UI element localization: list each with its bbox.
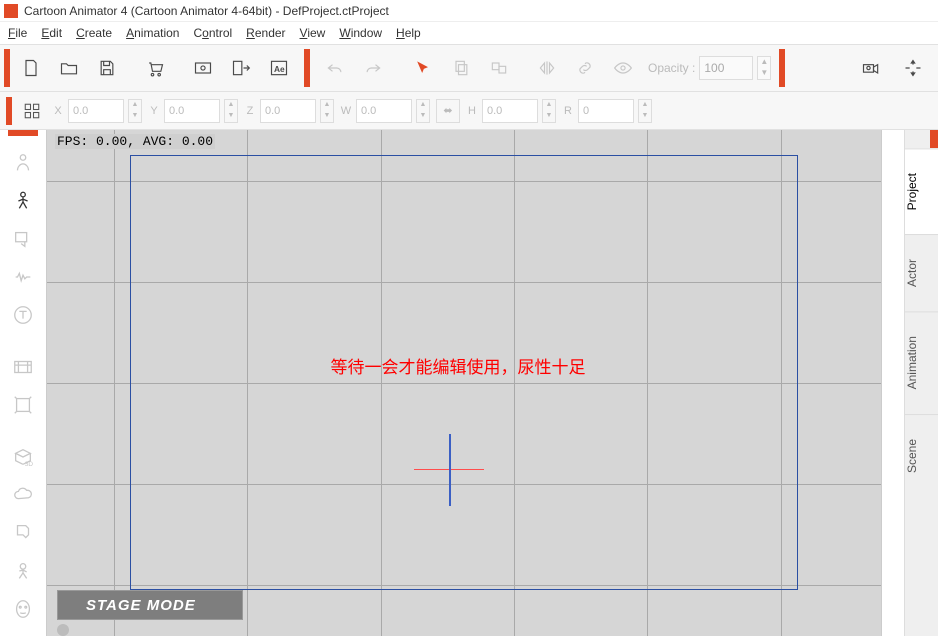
tab-accent-icon — [905, 130, 938, 148]
main-toolbar: Ae Opacity : ▲▼ — [0, 44, 938, 92]
horizontal-scrollbar[interactable] — [57, 624, 69, 634]
menu-edit[interactable]: Edit — [41, 26, 62, 40]
character-tool[interactable] — [8, 148, 38, 178]
svg-text:3D: 3D — [25, 461, 34, 468]
y-label: Y — [148, 105, 160, 117]
coord-y: Y ▲▼ — [148, 99, 238, 123]
paper-tool[interactable] — [8, 518, 38, 548]
face-tool[interactable] — [8, 594, 38, 624]
overlay-annotation: 等待一会才能编辑使用，尿性十足 — [331, 353, 586, 378]
x-label: X — [52, 105, 64, 117]
tab-animation[interactable]: Animation — [905, 311, 938, 413]
menu-view[interactable]: View — [300, 26, 326, 40]
coord-h: H ▲▼ — [466, 99, 556, 123]
opacity-input[interactable] — [699, 56, 753, 80]
ae-export-button[interactable]: Ae — [262, 51, 296, 85]
left-toolbar: 3D — [0, 130, 46, 636]
w-spinner[interactable]: ▲▼ — [416, 99, 430, 123]
tab-scene[interactable]: Scene — [905, 414, 938, 497]
menu-render[interactable]: Render — [246, 26, 285, 40]
flip-h-button[interactable] — [530, 51, 564, 85]
x-spinner[interactable]: ▲▼ — [128, 99, 142, 123]
tab-project[interactable]: Project — [905, 148, 938, 234]
opacity-label: Opacity : — [648, 61, 695, 75]
export-button[interactable] — [224, 51, 258, 85]
h-spinner[interactable]: ▲▼ — [542, 99, 556, 123]
select-tool-button[interactable] — [406, 51, 440, 85]
tab-actor[interactable]: Actor — [905, 234, 938, 311]
zoom-fit-button[interactable] — [896, 51, 930, 85]
y-spinner[interactable]: ▲▼ — [224, 99, 238, 123]
right-gutter — [890, 130, 904, 636]
coord-x: X ▲▼ — [52, 99, 142, 123]
toolbar-separator-icon — [304, 49, 310, 87]
right-panel-tabs: Project Actor Animation Scene — [904, 130, 938, 636]
bone-tool[interactable] — [8, 186, 38, 216]
toolbar-accent-icon — [6, 97, 12, 125]
z-spinner[interactable]: ▲▼ — [320, 99, 334, 123]
w-input[interactable] — [356, 99, 412, 123]
menu-help[interactable]: Help — [396, 26, 421, 40]
new-file-button[interactable] — [14, 51, 48, 85]
title-bar: Cartoon Animator 4 (Cartoon Animator 4-6… — [0, 0, 938, 22]
rig-tool[interactable] — [8, 390, 38, 420]
window-title: Cartoon Animator 4 (Cartoon Animator 4-6… — [24, 4, 389, 18]
x-input[interactable] — [68, 99, 124, 123]
z-input[interactable] — [260, 99, 316, 123]
lock-ratio-button[interactable]: ⬌ — [436, 99, 460, 123]
undo-button[interactable] — [318, 51, 352, 85]
cloud-tool[interactable] — [8, 480, 38, 510]
crosshair-v-icon — [449, 434, 451, 506]
fps-label: FPS: 0.00, AVG: 0.00 — [55, 134, 215, 149]
3d-tool[interactable]: 3D — [8, 442, 38, 472]
r-input[interactable] — [578, 99, 634, 123]
camera-button[interactable] — [854, 51, 888, 85]
text-tool[interactable] — [8, 300, 38, 330]
transform-toolbar: X ▲▼ Y ▲▼ Z ▲▼ W ▲▼ ⬌ H ▲▼ R ▲▼ — [0, 92, 938, 130]
toolbar-separator-icon — [779, 49, 785, 87]
coord-r: R ▲▼ — [562, 99, 652, 123]
svg-text:Ae: Ae — [274, 64, 285, 74]
canvas-viewport[interactable]: FPS: 0.00, AVG: 0.00 等待一会才能编辑使用，尿性十足 STA… — [46, 130, 882, 636]
save-file-button[interactable] — [90, 51, 124, 85]
w-label: W — [340, 105, 352, 117]
duplicate-button[interactable] — [482, 51, 516, 85]
menu-animation[interactable]: Animation — [126, 26, 179, 40]
toolbar-accent-icon — [4, 49, 10, 87]
menu-control[interactable]: Control — [193, 26, 232, 40]
redo-button[interactable] — [356, 51, 390, 85]
menu-bar: File Edit Create Animation Control Rende… — [0, 22, 938, 44]
h-label: H — [466, 105, 478, 117]
opacity-group: Opacity : ▲▼ — [648, 56, 771, 80]
coord-w: W ▲▼ — [340, 99, 430, 123]
sprite-tool[interactable] — [8, 224, 38, 254]
r-spinner[interactable]: ▲▼ — [638, 99, 652, 123]
menu-window[interactable]: Window — [339, 26, 382, 40]
effects-tool[interactable] — [8, 556, 38, 586]
r-label: R — [562, 105, 574, 117]
grid-view-button[interactable] — [18, 97, 46, 125]
app-logo-icon — [4, 4, 18, 18]
stage-mode-badge: STAGE MODE — [57, 590, 243, 620]
open-file-button[interactable] — [52, 51, 86, 85]
y-input[interactable] — [164, 99, 220, 123]
left-accent-icon — [8, 130, 38, 136]
main-area: 3D FPS: 0.00, AVG: 0.00 等待一会才能编辑使用 — [0, 130, 938, 636]
menu-create[interactable]: Create — [76, 26, 112, 40]
media-tool[interactable] — [8, 352, 38, 382]
z-label: Z — [244, 105, 256, 117]
audio-tool[interactable] — [8, 262, 38, 292]
h-input[interactable] — [482, 99, 538, 123]
opacity-spinner[interactable]: ▲▼ — [757, 56, 771, 80]
copy-button[interactable] — [444, 51, 478, 85]
visibility-button[interactable] — [606, 51, 640, 85]
preview-button[interactable] — [186, 51, 220, 85]
coord-z: Z ▲▼ — [244, 99, 334, 123]
menu-file[interactable]: File — [8, 26, 27, 40]
link-button[interactable] — [568, 51, 602, 85]
market-button[interactable] — [138, 51, 172, 85]
